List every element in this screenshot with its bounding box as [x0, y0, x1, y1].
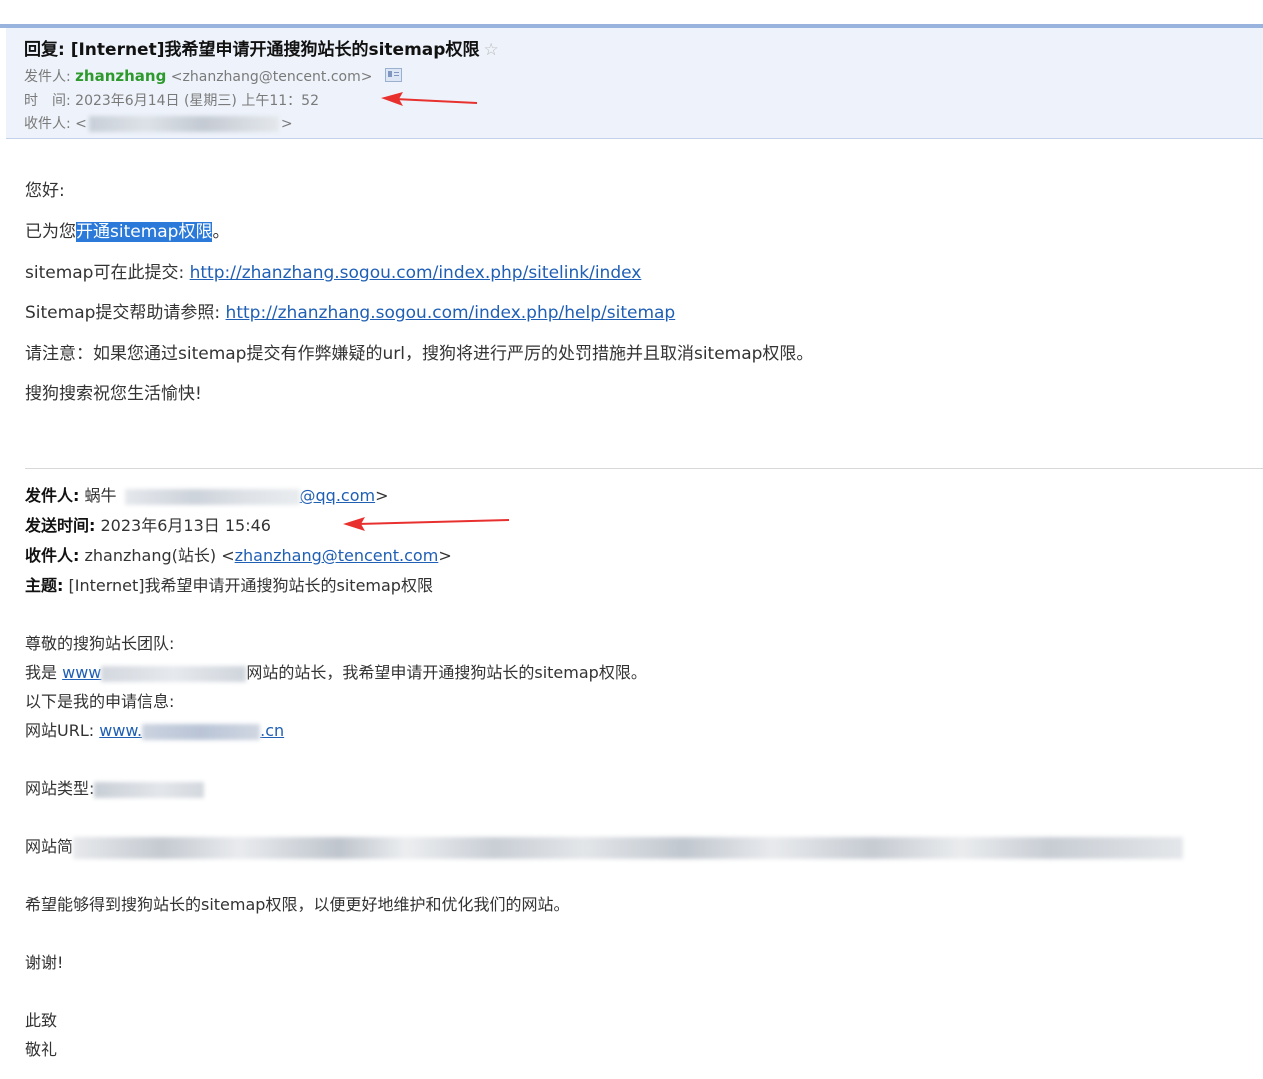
url-link-start[interactable]: www.	[99, 721, 142, 740]
type-label: 网站类型:	[25, 779, 95, 798]
annotation-arrow-icon	[381, 92, 478, 106]
iam-site-link[interactable]: www	[62, 663, 101, 682]
contact-card-icon[interactable]	[384, 68, 402, 82]
star-icon[interactable]: ☆	[483, 40, 498, 60]
quoted-time-row: 发送时间: 2023年6月13日 15:46	[25, 512, 271, 536]
quote-divider	[25, 468, 1263, 469]
quoted-from-close: >	[375, 486, 389, 505]
sender-name[interactable]: zhanzhang	[75, 67, 166, 85]
reply-submit-line: sitemap可在此提交: http://zhanzhang.sogou.com…	[25, 258, 641, 283]
quoted-salutation: 尊敬的搜狗站长团队:	[25, 634, 175, 653]
header-from-row: 发件人: zhanzhang <zhanzhang@tencent.com>	[24, 66, 402, 86]
to-close-bracket: >	[280, 116, 293, 132]
quoted-subject-value: [Internet]我希望申请开通搜狗站长的sitemap权限	[68, 576, 433, 595]
annotation-arrow-icon	[343, 517, 510, 531]
quoted-thanks-line: 谢谢!	[25, 953, 64, 972]
redacted-type	[94, 781, 205, 798]
sitelink-link[interactable]: http://zhanzhang.sogou.com/index.php/sit…	[190, 263, 642, 283]
quoted-from-row: 发件人: 蜗牛 @qq.com>	[25, 482, 389, 506]
intro-label: 网站简	[25, 837, 74, 856]
help-prefix: Sitemap提交帮助请参照:	[25, 303, 221, 323]
reply-greeting: 您好:	[25, 181, 65, 201]
quoted-to-row: 收件人: zhanzhang(站长) <zhanzhang@tencent.co…	[25, 542, 452, 566]
reply-note: 请注意：如果您通过sitemap提交有作弊嫌疑的url，搜狗将进行严厉的处罚措施…	[25, 344, 814, 364]
selected-text: 开通sitemap权限	[76, 222, 213, 242]
quoted-intro-line: 网站简	[25, 833, 1184, 859]
time-value: 2023年6月14日 (星期三) 上午11：52	[75, 93, 319, 109]
iam-suffix: 网站的站长，我希望申请开通搜狗站长的sitemap权限。	[246, 663, 647, 682]
header-time-row: 时 间: 2023年6月14日 (星期三) 上午11：52	[24, 90, 319, 110]
quoted-subject-label: 主题:	[25, 576, 64, 595]
mail-header: 回复: [Internet]我希望申请开通搜狗站长的sitemap权限 ☆ 发件人…	[6, 28, 1263, 139]
quoted-subject-row: 主题: [Internet]我希望申请开通搜狗站长的sitemap权限	[25, 572, 433, 596]
quoted-type-line: 网站类型:	[25, 775, 205, 799]
quoted-to-name: zhanzhang(站长) <	[84, 546, 235, 565]
redacted-recipient	[88, 116, 279, 132]
reply-opened-line: 已为您开通sitemap权限。	[25, 217, 229, 242]
mail-subject: 回复: [Internet]我希望申请开通搜狗站长的sitemap权限 ☆	[24, 35, 499, 60]
redacted-url	[142, 723, 261, 740]
quoted-closing-1: 此致	[25, 1011, 58, 1030]
reply-wish: 搜狗搜索祝您生活愉快!	[25, 384, 202, 404]
quoted-hope-line: 希望能够得到搜狗站长的sitemap权限，以便更好地维护和优化我们的网站。	[25, 895, 570, 914]
sitemap-help-link[interactable]: http://zhanzhang.sogou.com/index.php/hel…	[226, 303, 676, 323]
mail-subject-text: 回复: [Internet]我希望申请开通搜狗站长的sitemap权限	[24, 40, 480, 60]
redacted-sender-email	[124, 488, 300, 505]
header-to-row: 收件人: < >	[24, 113, 293, 133]
quoted-closing-2: 敬礼	[25, 1040, 58, 1059]
quoted-from-email-tail[interactable]: @qq.com	[300, 486, 376, 505]
url-label: 网站URL:	[25, 721, 95, 740]
quoted-from-label: 发件人:	[25, 486, 80, 505]
url-link-end[interactable]: .cn	[260, 721, 284, 740]
quoted-from-name: 蜗牛	[84, 486, 117, 505]
iam-prefix: 我是	[25, 663, 58, 682]
quoted-below-line: 以下是我的申请信息:	[25, 692, 175, 711]
to-open-bracket: <	[75, 116, 87, 132]
quoted-time-value: 2023年6月13日 15:46	[100, 516, 271, 535]
quoted-url-line: 网站URL: www. .cn	[25, 717, 284, 741]
quoted-to-close: >	[438, 546, 452, 565]
to-label: 收件人:	[24, 116, 71, 132]
redacted-intro	[73, 836, 1184, 859]
from-label: 发件人:	[24, 69, 71, 85]
redacted-site	[101, 665, 247, 682]
sender-email[interactable]: <zhanzhang@tencent.com>	[171, 69, 373, 85]
time-label: 时 间:	[24, 93, 71, 109]
submit-prefix: sitemap可在此提交:	[25, 263, 185, 283]
reply-help-line: Sitemap提交帮助请参照: http://zhanzhang.sogou.c…	[25, 298, 675, 323]
quoted-to-email[interactable]: zhanzhang@tencent.com	[235, 546, 439, 565]
quoted-iam-line: 我是 www 网站的站长，我希望申请开通搜狗站长的sitemap权限。	[25, 659, 647, 683]
opened-suffix: 。	[212, 222, 230, 242]
quoted-time-label: 发送时间:	[25, 516, 96, 535]
opened-prefix: 已为您	[25, 222, 76, 242]
quoted-to-label: 收件人:	[25, 546, 80, 565]
